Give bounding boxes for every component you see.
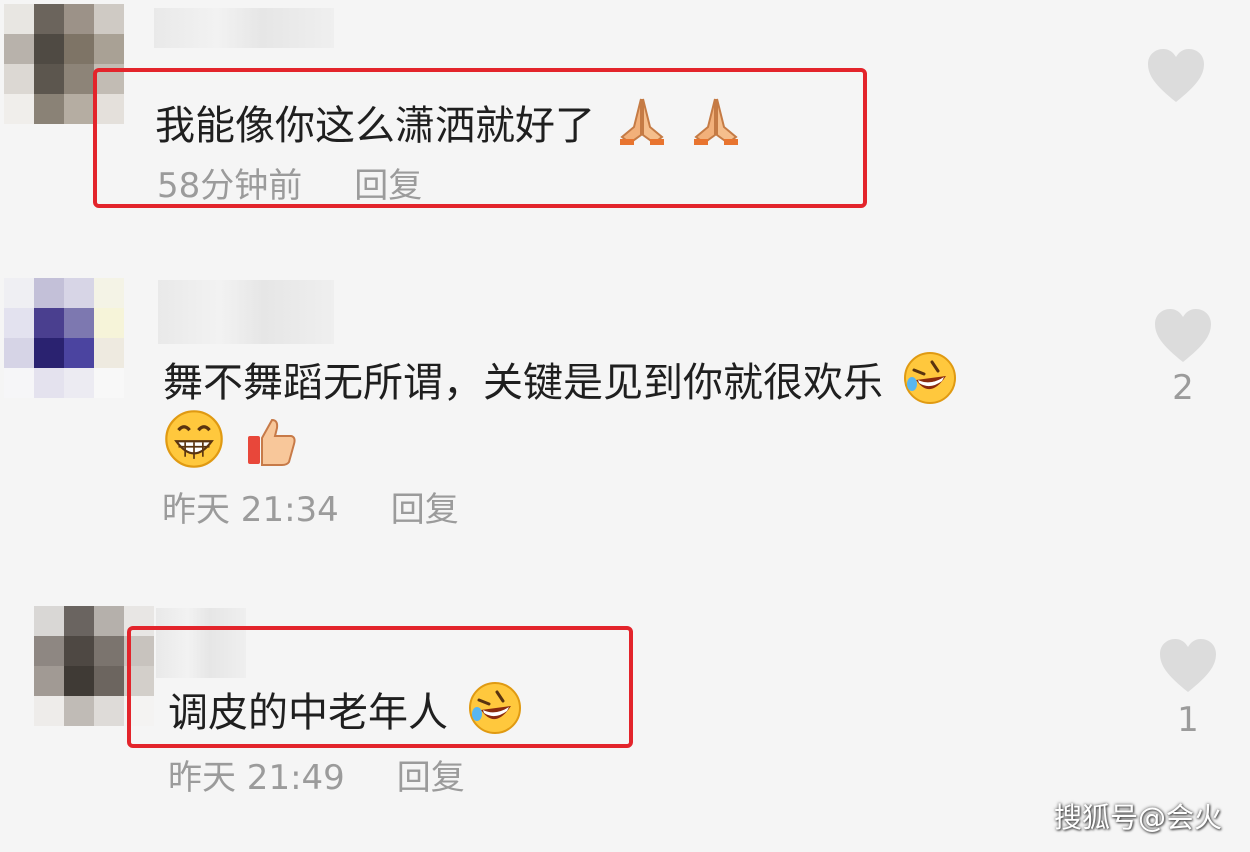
like-count: 1 — [1177, 700, 1199, 740]
comment-meta: 58分钟前 回复 — [157, 166, 422, 206]
comment-item: 舞不舞蹈无所谓，关键是见到你就很欢乐 昨天 21:34 回复 2 — [0, 270, 1250, 570]
rofl-emoji — [903, 352, 956, 404]
grin-emoji — [165, 410, 223, 468]
comment-text: 舞不舞蹈无所谓，关键是见到你就很欢乐 — [163, 350, 958, 408]
username-blurred[interactable] — [158, 280, 334, 344]
pray-emoji — [619, 98, 664, 145]
comment-item: 我能像你这么潇洒就好了 58分钟前 回复 — [0, 0, 1250, 230]
comment-time: 昨天 21:49 — [168, 758, 345, 798]
comment-meta: 昨天 21:49 回复 — [168, 758, 465, 798]
rofl-emoji — [468, 682, 521, 734]
like-heart-icon[interactable] — [1158, 638, 1218, 694]
pray-emoji — [694, 98, 739, 145]
like-heart-icon[interactable] — [1153, 308, 1213, 364]
comment-meta: 昨天 21:34 回复 — [162, 490, 459, 530]
thumbs-up-emoji — [247, 418, 296, 466]
comment-time: 昨天 21:34 — [162, 490, 339, 530]
comment-text: 调皮的中老年人 — [168, 680, 523, 738]
comment-text-emojis — [163, 408, 300, 472]
like-heart-icon[interactable] — [1146, 48, 1206, 104]
reply-button[interactable]: 回复 — [391, 490, 459, 530]
like-count: 2 — [1172, 368, 1194, 408]
watermark: 搜狐号@会火 — [1053, 801, 1222, 834]
comment-time: 58分钟前 — [157, 166, 303, 206]
comment-text: 我能像你这么潇洒就好了 — [155, 93, 744, 151]
reply-button[interactable]: 回复 — [397, 758, 465, 798]
avatar[interactable] — [4, 278, 124, 398]
reply-button[interactable]: 回复 — [354, 166, 422, 206]
username-blurred[interactable] — [154, 8, 334, 48]
